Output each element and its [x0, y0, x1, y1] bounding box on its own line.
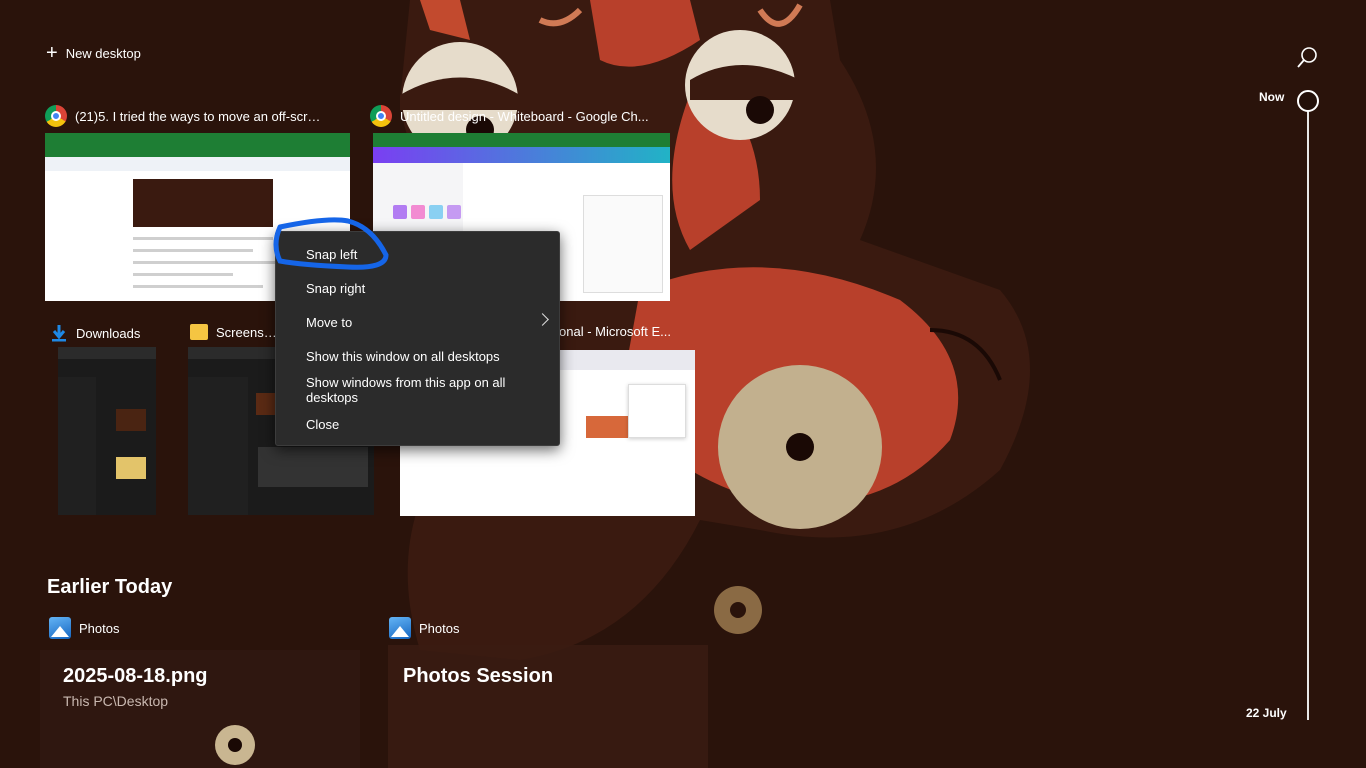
- window-context-menu: Snap left Snap right Move to Show this w…: [275, 231, 560, 446]
- section-heading-earlier-today: Earlier Today: [47, 576, 173, 598]
- timeline-track[interactable]: [1307, 110, 1309, 720]
- menu-item-show-app-all-desktops[interactable]: Show windows from this app on all deskto…: [276, 373, 559, 407]
- window-title: Screenshots: [216, 324, 278, 340]
- window-title: Downloads: [76, 325, 141, 341]
- window-title: Untitled design - Whiteboard - Google Ch…: [400, 108, 649, 124]
- timeline-now-label: Now: [1259, 90, 1285, 104]
- window-title: (21)5. I tried the ways to move an off-s…: [75, 108, 325, 124]
- activity-app-label: Photos: [49, 617, 119, 639]
- menu-item-show-window-all-desktops[interactable]: Show this window on all desktops: [276, 339, 559, 373]
- window-thumbnail[interactable]: [58, 347, 156, 515]
- search-icon[interactable]: [1295, 46, 1319, 70]
- folder-icon: [190, 324, 208, 340]
- timeline-scrubber-handle[interactable]: [1297, 90, 1319, 112]
- timeline-date-label: 22 July: [1246, 706, 1287, 720]
- menu-item-snap-right[interactable]: Snap right: [276, 271, 559, 305]
- chrome-icon: [45, 105, 67, 127]
- chevron-right-icon: [536, 313, 549, 326]
- menu-item-move-to[interactable]: Move to: [276, 305, 559, 339]
- activity-subtitle: This PC\Desktop: [63, 693, 169, 709]
- activity-card-image[interactable]: 2025-08-18.png This PC\Desktop: [48, 645, 368, 768]
- activity-title: Photos Session: [403, 665, 554, 687]
- chrome-icon: [370, 105, 392, 127]
- new-desktop-label: New desktop: [65, 45, 141, 61]
- new-desktop-button[interactable]: + New desktop: [46, 42, 141, 64]
- download-folder-icon: [52, 325, 66, 342]
- activity-app-label: Photos: [389, 617, 459, 639]
- photos-icon: [49, 617, 71, 639]
- activity-title: 2025-08-18.png: [63, 665, 208, 687]
- activity-card-photos-session[interactable]: Photos Session: [388, 645, 708, 768]
- window-title: onal - Microsoft E...: [559, 324, 671, 339]
- menu-item-snap-left[interactable]: Snap left: [276, 237, 559, 271]
- menu-item-close[interactable]: Close: [276, 407, 559, 441]
- plus-icon: +: [46, 42, 58, 64]
- photos-icon: [389, 617, 411, 639]
